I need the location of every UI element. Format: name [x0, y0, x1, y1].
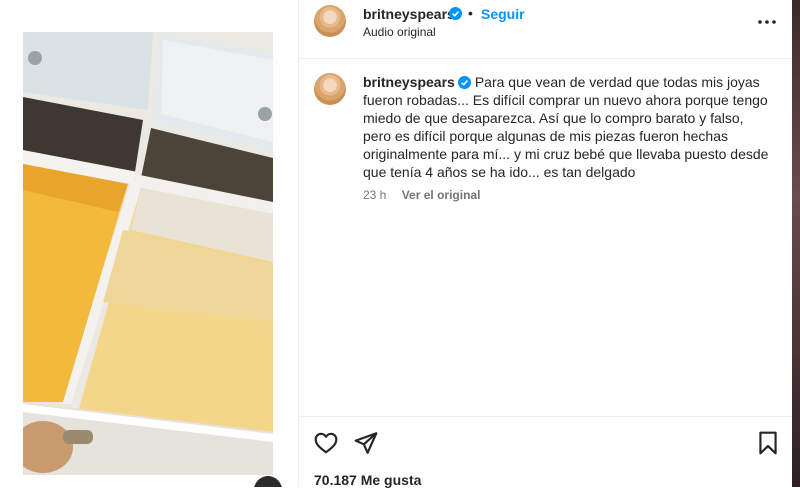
verified-badge-icon	[449, 7, 462, 20]
caption-meta: 23 h Ver el original	[363, 188, 480, 202]
bookmark-icon[interactable]	[755, 430, 781, 456]
caption: britneyspears Para que vean de verdad que…	[363, 73, 773, 181]
caption-username[interactable]: britneyspears	[363, 74, 455, 90]
media-next-button[interactable]	[254, 476, 282, 487]
background-edge	[792, 0, 800, 487]
audio-label[interactable]: Audio original	[363, 25, 436, 39]
heart-icon[interactable]	[313, 430, 339, 456]
caption-avatar[interactable]	[314, 73, 346, 105]
media-panel	[0, 0, 298, 487]
header-divider	[299, 58, 792, 59]
avatar[interactable]	[314, 5, 346, 37]
follow-button[interactable]: Seguir	[481, 6, 525, 22]
paper-plane-icon[interactable]	[353, 430, 379, 456]
see-original-link[interactable]: Ver el original	[402, 188, 481, 202]
separator-dot: •	[468, 5, 473, 21]
post-detail-panel: britneyspears • Seguir Audio original br…	[299, 0, 792, 488]
likes-count[interactable]: 70.187 Me gusta	[314, 472, 421, 488]
verified-badge-icon	[457, 76, 471, 89]
post-image[interactable]	[23, 32, 273, 475]
jewelry-drawers-photo	[23, 32, 273, 475]
more-options-icon[interactable]	[757, 12, 777, 32]
actions-divider	[299, 416, 792, 417]
header-username[interactable]: britneyspears	[363, 6, 455, 22]
timestamp[interactable]: 23 h	[363, 188, 386, 202]
